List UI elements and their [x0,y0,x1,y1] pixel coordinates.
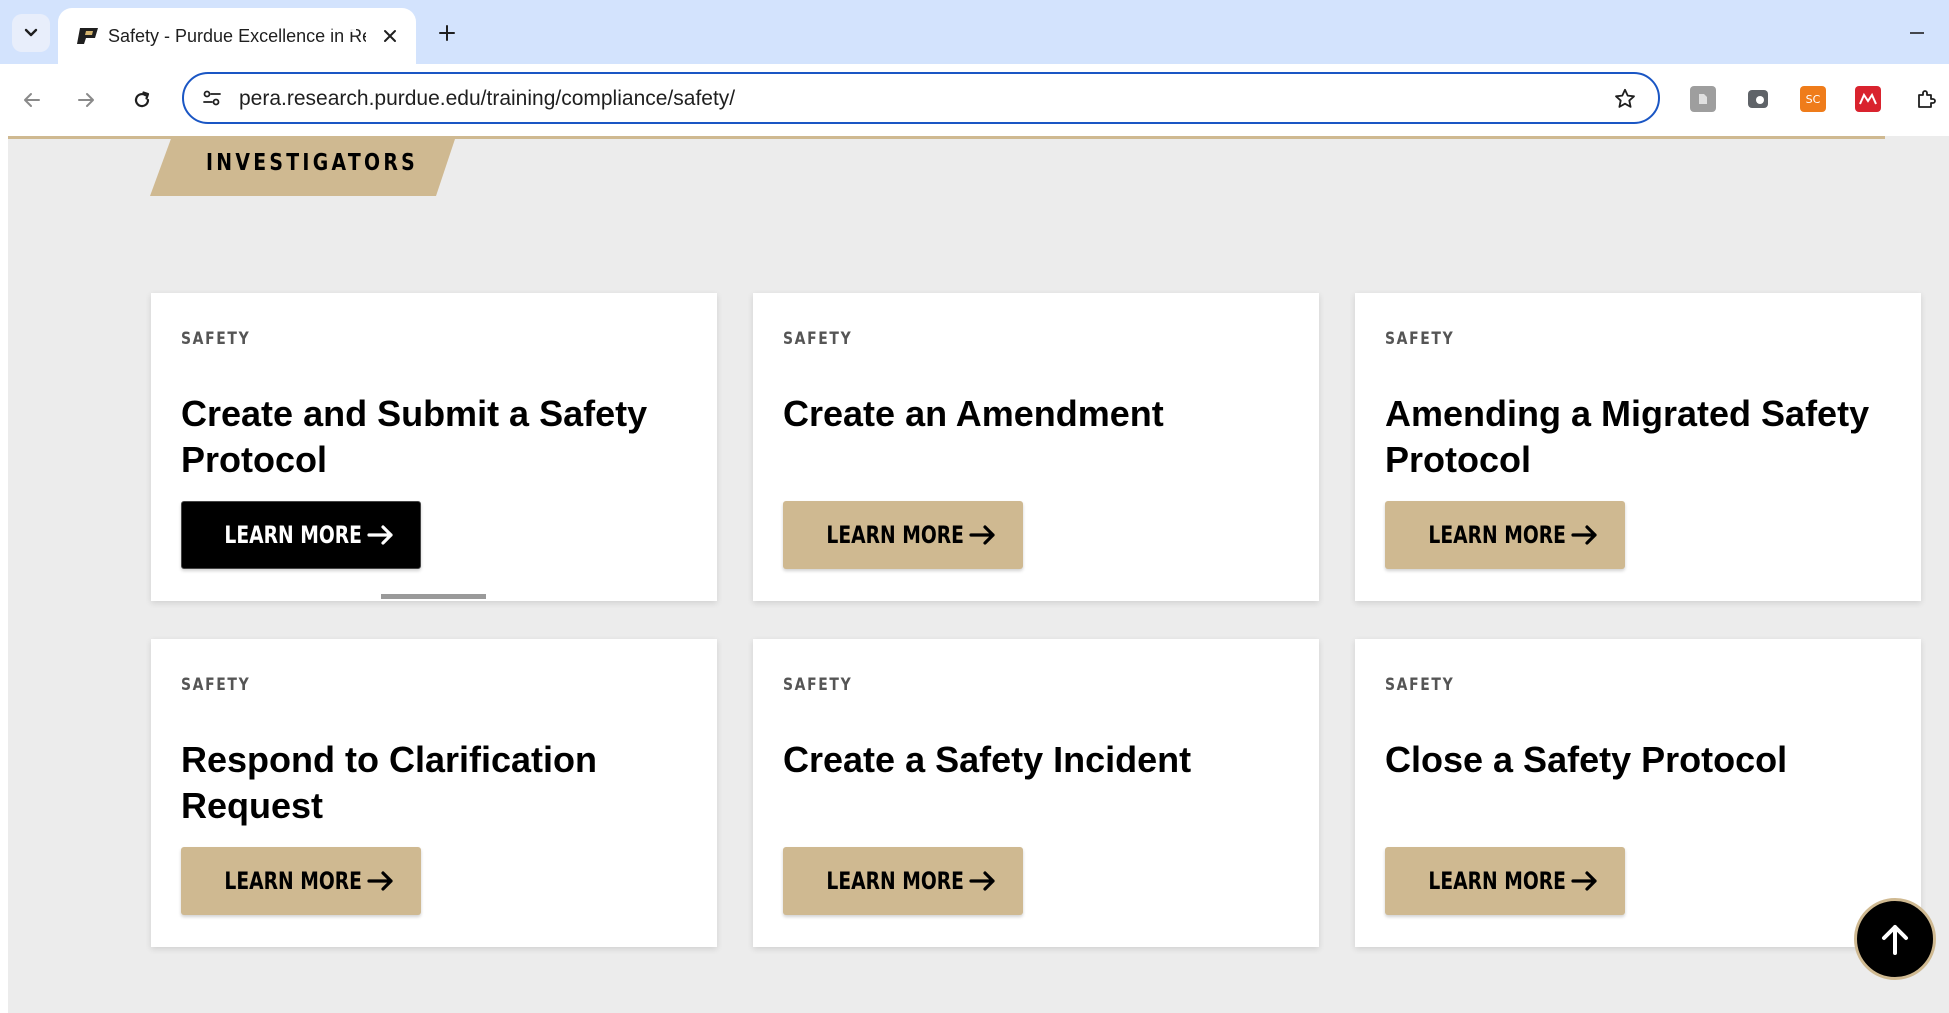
card-respond-clarification-request: SAFETY Respond to Clarification Request … [151,639,717,947]
extension-glyph-dark [1748,90,1768,108]
browser-tab-bar: Safety - Purdue Excellence in Research A… [0,0,1949,64]
puzzle-piece-icon [1918,90,1936,108]
card-eyebrow: SAFETY [783,675,853,695]
learn-more-button[interactable]: LEARN MORE [1385,847,1625,915]
card-close-safety-protocol: SAFETY Close a Safety Protocol LEARN MOR… [1355,639,1921,947]
card-eyebrow: SAFETY [181,329,251,349]
browser-toolbar: pera.research.purdue.edu/training/compli… [0,64,1949,136]
learn-more-label: LEARN MORE [224,521,362,549]
arrow-right-icon [367,525,393,545]
browser-tab-active[interactable]: Safety - Purdue Excellence in Research A… [58,8,416,64]
plus-icon [439,25,455,41]
section-tag-label: INVESTIGATORS [206,150,419,176]
grey-extension-icon[interactable] [1690,86,1716,112]
learn-more-button[interactable]: LEARN MORE [181,501,421,569]
card-amending-migrated-safety-protocol: SAFETY Amending a Migrated Safety Protoc… [1355,293,1921,601]
learn-more-button[interactable]: LEARN MORE [181,847,421,915]
reload-button[interactable] [124,82,160,118]
extension-glyph [1699,94,1707,104]
card-title: Respond to Clarification Request [181,739,598,826]
back-to-top-button[interactable] [1854,898,1936,980]
arrow-up-icon [1882,925,1908,955]
new-tab-button[interactable] [430,16,464,50]
tune-icon [203,90,221,106]
arrow-right-icon [78,93,94,107]
star-icon [1615,88,1635,108]
learn-more-label: LEARN MORE [1428,521,1566,549]
chevron-down-icon [24,28,38,37]
address-bar[interactable]: pera.research.purdue.edu/training/compli… [182,72,1660,124]
sc-extension-icon[interactable]: SC [1800,86,1826,112]
site-info-button[interactable] [198,84,226,112]
tab-title-fade [316,8,356,32]
learn-more-label: LEARN MORE [224,867,362,895]
dark-extension-icon[interactable] [1745,86,1771,112]
card-title: Amending a Migrated Safety Protocol [1385,393,1870,480]
learn-more-button[interactable]: LEARN MORE [783,501,1023,569]
card-eyebrow: SAFETY [1385,329,1455,349]
extension-glyph-red [1859,92,1877,105]
card-title: Create and Submit a Safety Protocol [181,393,648,480]
arrow-right-icon [969,871,995,891]
arrow-right-icon [1571,871,1597,891]
card-title: Create an Amendment [783,393,1164,434]
extensions-menu-button[interactable] [1908,82,1944,118]
arrow-right-icon [1571,525,1597,545]
card-title: Create a Safety Incident [783,739,1192,780]
learn-more-label: LEARN MORE [826,521,964,549]
back-button[interactable] [14,82,50,118]
learn-more-label: LEARN MORE [1428,867,1566,895]
card-create-submit-safety-protocol: SAFETY Create and Submit a Safety Protoc… [151,293,717,601]
learn-more-button[interactable]: LEARN MORE [783,847,1023,915]
arrow-right-icon [367,871,393,891]
card-eyebrow: SAFETY [783,329,853,349]
close-icon [384,30,396,42]
tab-search-button[interactable] [12,14,50,52]
card-create-amendment: SAFETY Create an Amendment LEARN MORE [753,293,1319,601]
card-eyebrow: SAFETY [181,675,251,695]
arrow-left-icon [24,93,40,107]
learn-more-label: LEARN MORE [826,867,964,895]
minimize-window-button[interactable] [1900,18,1934,48]
url-text: pera.research.purdue.edu/training/compli… [239,87,736,110]
arrow-right-icon [969,525,995,545]
purdue-p-logo-icon [77,28,98,44]
reload-icon [134,91,150,108]
forward-button[interactable] [68,82,104,118]
red-extension-icon[interactable] [1855,86,1881,112]
card-focus-indicator [381,594,486,599]
bookmark-star-button[interactable] [1610,84,1640,114]
card-title: Close a Safety Protocol [1385,739,1788,780]
tab-close-button[interactable] [376,22,404,50]
card-eyebrow: SAFETY [1385,675,1455,695]
card-create-safety-incident: SAFETY Create a Safety Incident LEARN MO… [753,639,1319,947]
learn-more-button[interactable]: LEARN MORE [1385,501,1625,569]
minimize-icon [1910,32,1924,34]
section-tag: INVESTIGATORS [150,136,456,196]
page-content: INVESTIGATORS SAFETY Create and Submit a… [8,136,1949,1013]
